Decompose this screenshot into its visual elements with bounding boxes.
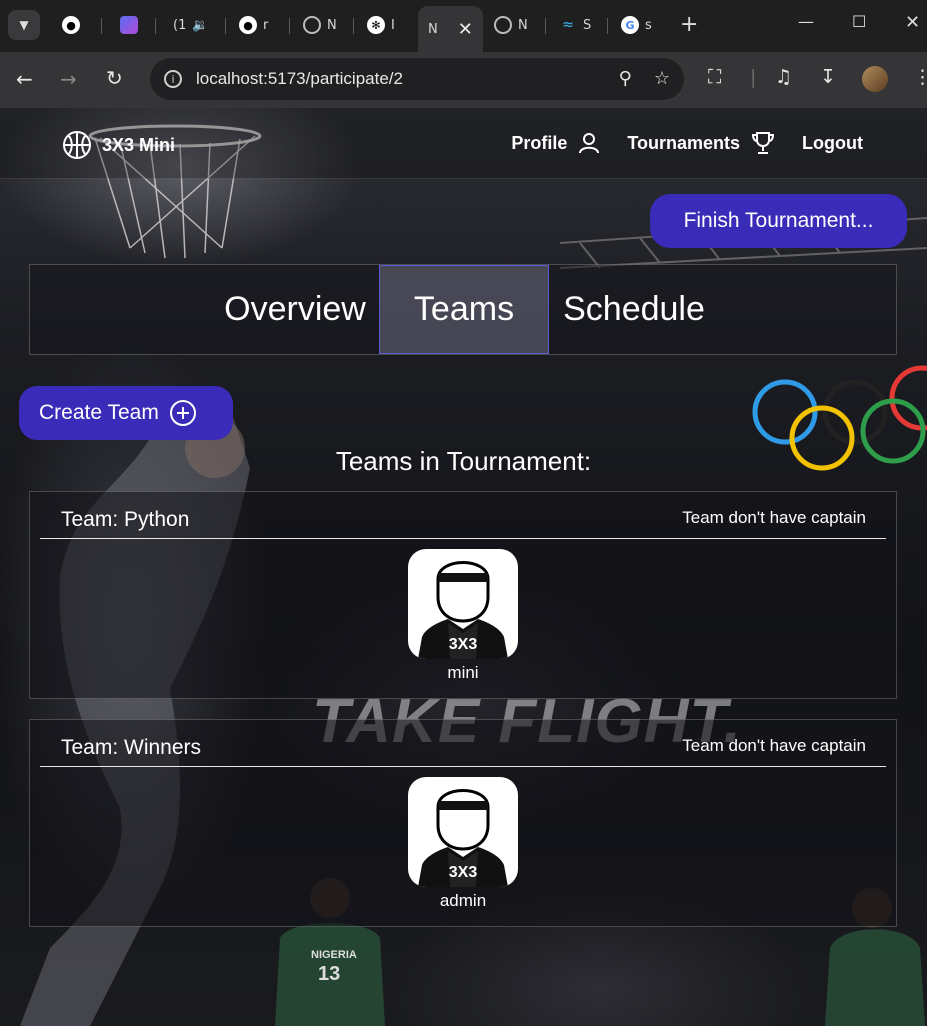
- tab-separator: [607, 18, 608, 34]
- team-card: Team: Python Team don't have captain 3X3…: [29, 491, 897, 699]
- create-team-button[interactable]: Create Team: [19, 386, 233, 440]
- trophy-icon: [752, 132, 775, 154]
- team-member[interactable]: 3X3 mini: [408, 549, 518, 683]
- tab-label: s: [645, 17, 652, 33]
- app-icon: [120, 16, 138, 34]
- download-icon[interactable]: ↧: [820, 66, 836, 88]
- nav-profile[interactable]: Profile: [511, 131, 601, 155]
- maximize-button[interactable]: ☐: [852, 12, 866, 31]
- tailwind-icon: ≈: [562, 17, 574, 33]
- toolbar-separator: |: [750, 66, 757, 88]
- browser-tab-strip: ▼ ● (1 🔉 ● r N ✻ I N ✕ N ≈ S G s + — ☐ ✕: [0, 0, 927, 52]
- browser-tab-app[interactable]: [110, 10, 138, 40]
- tab-label: N: [428, 21, 438, 37]
- nav-tournaments[interactable]: Tournaments: [627, 130, 776, 156]
- menu-icon[interactable]: ⋮: [913, 66, 927, 88]
- globe-icon: [303, 16, 321, 34]
- svg-text:3X3: 3X3: [449, 636, 478, 653]
- brand-link[interactable]: 3X3 Mini: [62, 130, 175, 160]
- tab-label: S: [583, 17, 592, 33]
- github-icon: ●: [62, 16, 80, 34]
- browser-tab-github-2[interactable]: ● r: [229, 10, 268, 40]
- tab-schedule[interactable]: Schedule: [549, 265, 719, 354]
- back-button[interactable]: ←: [16, 67, 33, 91]
- github-icon: ●: [239, 16, 257, 34]
- browser-tab-tailwind[interactable]: ≈ S: [549, 10, 591, 40]
- media-icon[interactable]: ♫: [775, 66, 792, 88]
- member-name: admin: [439, 891, 487, 910]
- close-icon[interactable]: ✕: [458, 19, 473, 40]
- basketball-player-icon: 3X3: [418, 789, 508, 887]
- nav-logout[interactable]: Logout: [802, 133, 863, 154]
- tab-separator: [545, 18, 546, 34]
- tab-separator: [353, 18, 354, 34]
- teams-section-title: Teams in Tournament:: [335, 446, 592, 476]
- svg-text:3X3: 3X3: [449, 864, 478, 881]
- browser-tab-active[interactable]: N ✕: [418, 6, 483, 52]
- tab-label: N: [327, 17, 337, 33]
- tab-separator: [225, 18, 226, 34]
- browser-tab-globe-1[interactable]: N: [293, 10, 337, 40]
- url-text[interactable]: localhost:5173/participate/2: [196, 69, 403, 89]
- extensions-icon[interactable]: ⛶: [708, 66, 721, 88]
- tab-label: N: [518, 17, 528, 33]
- reload-button[interactable]: ↻: [106, 66, 123, 90]
- nav-tournaments-label: Tournaments: [627, 132, 741, 153]
- browser-tab-openai[interactable]: ✻ I: [357, 10, 395, 40]
- tab-label: (1: [173, 17, 187, 33]
- tab-label: I: [391, 17, 395, 33]
- forward-button[interactable]: →: [60, 67, 77, 91]
- browser-tab-github-1[interactable]: ●: [52, 10, 80, 40]
- browser-tab-globe-2[interactable]: N: [484, 10, 528, 40]
- team-card: Team: Winners Team don't have captain 3X…: [29, 719, 897, 927]
- team-captain-status: Team don't have captain: [682, 736, 866, 755]
- minimize-button[interactable]: —: [798, 12, 814, 31]
- brand-name: 3X3 Mini: [102, 134, 176, 155]
- key-icon[interactable]: ⚲: [619, 68, 632, 89]
- info-icon[interactable]: i: [164, 70, 182, 88]
- finish-tournament-button[interactable]: Finish Tournament...: [650, 194, 907, 248]
- page-content: NIGERIA 13 TAKE FLIGHT. 3X3 Mini Profile: [0, 108, 927, 1026]
- nav-logout-label: Logout: [802, 132, 863, 153]
- user-icon: [579, 133, 600, 154]
- browser-tab-audio[interactable]: (1 🔉: [163, 10, 209, 40]
- new-tab-button[interactable]: +: [680, 12, 698, 37]
- svg-text:13: 13: [318, 963, 340, 985]
- globe-icon: [494, 16, 512, 34]
- create-team-label: Create Team: [39, 401, 159, 424]
- close-window-button[interactable]: ✕: [905, 12, 920, 33]
- plus-circle-icon: [169, 400, 196, 426]
- team-name: Team: Winners: [61, 736, 202, 759]
- address-bar[interactable]: i localhost:5173/participate/2 ⚲ ☆: [150, 58, 684, 100]
- divider: [40, 766, 886, 767]
- divider: [40, 538, 886, 539]
- google-icon: G: [621, 16, 639, 34]
- tab-teams[interactable]: Teams: [379, 265, 549, 354]
- tab-separator: [155, 18, 156, 34]
- team-captain-status: Team don't have captain: [682, 508, 866, 527]
- profile-avatar[interactable]: [862, 66, 888, 92]
- openai-icon: ✻: [367, 16, 385, 34]
- basketball-icon: [63, 131, 91, 159]
- tab-separator: [101, 18, 102, 34]
- team-member[interactable]: 3X3 admin: [408, 777, 518, 911]
- tab-search-button[interactable]: ▼: [8, 10, 40, 40]
- player-avatar: 3X3: [408, 777, 518, 887]
- tab-overview[interactable]: Overview: [210, 265, 380, 354]
- tab-separator: [289, 18, 290, 34]
- star-icon[interactable]: ☆: [654, 68, 670, 89]
- browser-tab-google[interactable]: G s: [611, 10, 652, 40]
- svg-text:NIGERIA: NIGERIA: [311, 949, 357, 961]
- speaker-icon: 🔉: [192, 17, 209, 33]
- member-name: mini: [447, 663, 479, 682]
- player-avatar: 3X3: [408, 549, 518, 659]
- team-name: Team: Python: [61, 508, 190, 531]
- tournament-tabs: Overview Teams Schedule: [29, 264, 897, 355]
- basketball-player-icon: 3X3: [418, 561, 508, 659]
- tab-label: r: [263, 17, 269, 33]
- app-navbar: 3X3 Mini Profile Tournaments Logout: [0, 108, 927, 179]
- nav-profile-label: Profile: [511, 132, 568, 153]
- chevron-down-icon: ▼: [19, 18, 29, 32]
